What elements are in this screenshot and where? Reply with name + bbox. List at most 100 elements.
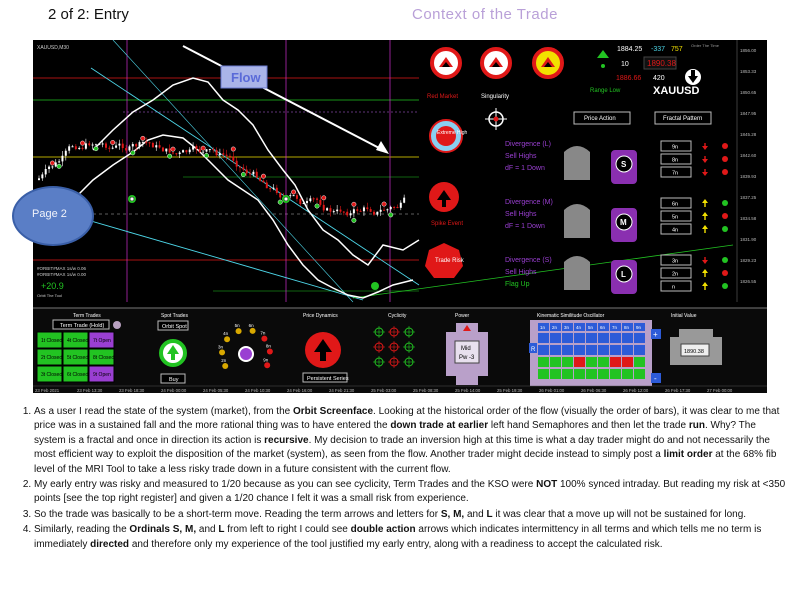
price-tick: 1839.93 — [740, 174, 757, 179]
svg-text:Orbit Spot: Orbit Spot — [162, 324, 187, 330]
kso-cell — [562, 345, 573, 355]
market-panel: Red Market Singularity Range Low Extreme… — [425, 40, 757, 302]
note-text: it was clear that a move up will not be … — [492, 508, 747, 520]
page-badge[interactable]: Page 2 — [12, 186, 94, 246]
singularity-icon[interactable] — [480, 47, 512, 79]
svg-text:Orbit The Tool: Orbit The Tool — [37, 293, 62, 298]
gauge-dot — [224, 336, 231, 343]
kso-cell — [598, 357, 609, 367]
tick-f: 1886.66 — [616, 75, 641, 82]
kso-col: 2n — [552, 325, 558, 330]
note-text: from left to right I could see — [224, 524, 351, 536]
context-title: Context of the Trade — [412, 6, 558, 23]
note-item: Similarly, reading the Ordinals S, M, an… — [34, 523, 790, 552]
date-tick: 24 Feb 16:00 — [287, 388, 313, 393]
svg-text:+: + — [653, 330, 658, 339]
fractal-row-label: 9n — [672, 145, 678, 151]
svg-text:Divergence (S): Divergence (S) — [505, 257, 552, 264]
down-arrow-icon — [702, 172, 708, 176]
fractal-pattern-label: Fractal Pattern — [663, 116, 702, 122]
kso-cell — [562, 357, 573, 367]
note-item: So the trade was basically to be a short… — [34, 508, 790, 522]
ordinal-l[interactable]: L — [611, 260, 637, 294]
svg-text:dF = 1 Down: dF = 1 Down — [505, 223, 545, 230]
note-text: As a user I read the state of the system… — [34, 406, 293, 417]
page-badge-label: Page 2 — [32, 208, 67, 220]
kso-cell — [610, 333, 621, 343]
status-dot — [722, 257, 728, 263]
date-tick: 25 Feb 08:30 — [413, 388, 439, 393]
note-emphasis: recursive — [264, 434, 309, 446]
kso-cell — [550, 345, 561, 355]
page-title: 2 of 2: Entry — [48, 6, 129, 23]
price-tick: 1847.95 — [740, 111, 757, 116]
kso-cell — [538, 345, 549, 355]
ordinal-m[interactable]: M — [611, 208, 637, 242]
tick-c: 757 — [671, 46, 683, 53]
note-emphasis: run — [688, 420, 705, 432]
kso-grid: 1n 2n 3n 4n 5n 6n 7n 8n 9n R + - — [529, 320, 661, 386]
kso-col: 8n — [624, 325, 630, 330]
fractal-row-label: 2n — [672, 272, 678, 278]
svg-text:Divergence (M): Divergence (M) — [505, 199, 553, 206]
initial-value: 1890.38 — [684, 349, 704, 355]
kso-cell — [634, 333, 645, 343]
status-dot — [722, 156, 728, 162]
note-emphasis: double action — [350, 524, 416, 536]
ordinal-s[interactable]: S — [611, 150, 637, 184]
note-text: left hand Semaphores and then let the tr… — [488, 420, 689, 432]
explanation-notes: As a user I read the state of the system… — [14, 405, 790, 553]
note-item: As a user I read the state of the system… — [34, 405, 790, 477]
date-tick: 24 Feb 00:00 — [161, 388, 187, 393]
cyclicity-grid — [373, 326, 415, 368]
divergence-s: Divergence (S) Sell Highs Flag Up — [505, 257, 552, 288]
up-arrow-icon — [702, 212, 708, 216]
kso-cell — [622, 333, 633, 343]
price-tick: 1834.58 — [740, 216, 757, 221]
fractal-row-label: 6n — [672, 202, 678, 208]
note-text: and — [196, 524, 219, 536]
spike-event-icon[interactable] — [429, 182, 459, 212]
tick-b: -337 — [651, 46, 665, 53]
fractal-row-label: n — [672, 285, 675, 291]
fractal-row-label: 7n — [672, 171, 678, 177]
price-dynamics-icon — [305, 332, 341, 368]
price-tick: 1826.55 — [740, 279, 757, 284]
price-tick: 1831.90 — [740, 237, 757, 242]
kso-cell — [634, 369, 645, 379]
symbol-label: XAUUSD — [653, 85, 700, 97]
term-cell-label: 3t Closed — [41, 372, 62, 378]
value-label: +20.9 — [41, 281, 64, 291]
gauge-label: 8n — [266, 343, 272, 348]
kso-col: 7n — [612, 325, 618, 330]
status-dot — [722, 270, 728, 276]
gauge-label: 4n — [223, 331, 229, 336]
svg-text:Persistent Series: Persistent Series — [307, 376, 349, 382]
trade-risk-label: Trade Risk — [435, 258, 465, 264]
price-dynamics-title: Price Dynamics — [303, 313, 338, 319]
range-low-icon[interactable] — [532, 47, 564, 79]
kso-cell — [538, 333, 549, 343]
extreme-high-label: Extreme High — [437, 130, 468, 136]
svg-text:Divergence (L): Divergence (L) — [505, 141, 551, 148]
price-tick: 1837.25 — [740, 195, 757, 200]
kso-cell — [562, 369, 573, 379]
date-tick: 24 Feb 21:30 — [329, 388, 355, 393]
power-pw: Pw -3 — [459, 355, 475, 361]
kso-col: 9n — [636, 325, 642, 330]
term-cell-label: 2t Closed — [41, 355, 62, 361]
gauge-label: 7n — [260, 331, 266, 336]
svg-text:-: - — [654, 374, 657, 383]
red-market-icon[interactable] — [430, 47, 462, 79]
note-text: Similarly, reading the — [34, 524, 130, 536]
note-text: So the trade was basically to be a short… — [34, 508, 441, 520]
note-text: and — [464, 508, 487, 520]
price-action-label: Price Action — [584, 116, 616, 122]
date-tick: 26 Feb 06:30 — [581, 388, 607, 393]
fractal-row[interactable] — [660, 280, 692, 292]
initial-value-title: Initial Value — [671, 313, 697, 319]
term-cell-label: 8t Closed — [93, 355, 114, 361]
date-tick: 27 Feb 00:00 — [707, 388, 733, 393]
flow-label: Flow — [231, 70, 261, 85]
svg-text:L: L — [621, 270, 626, 279]
